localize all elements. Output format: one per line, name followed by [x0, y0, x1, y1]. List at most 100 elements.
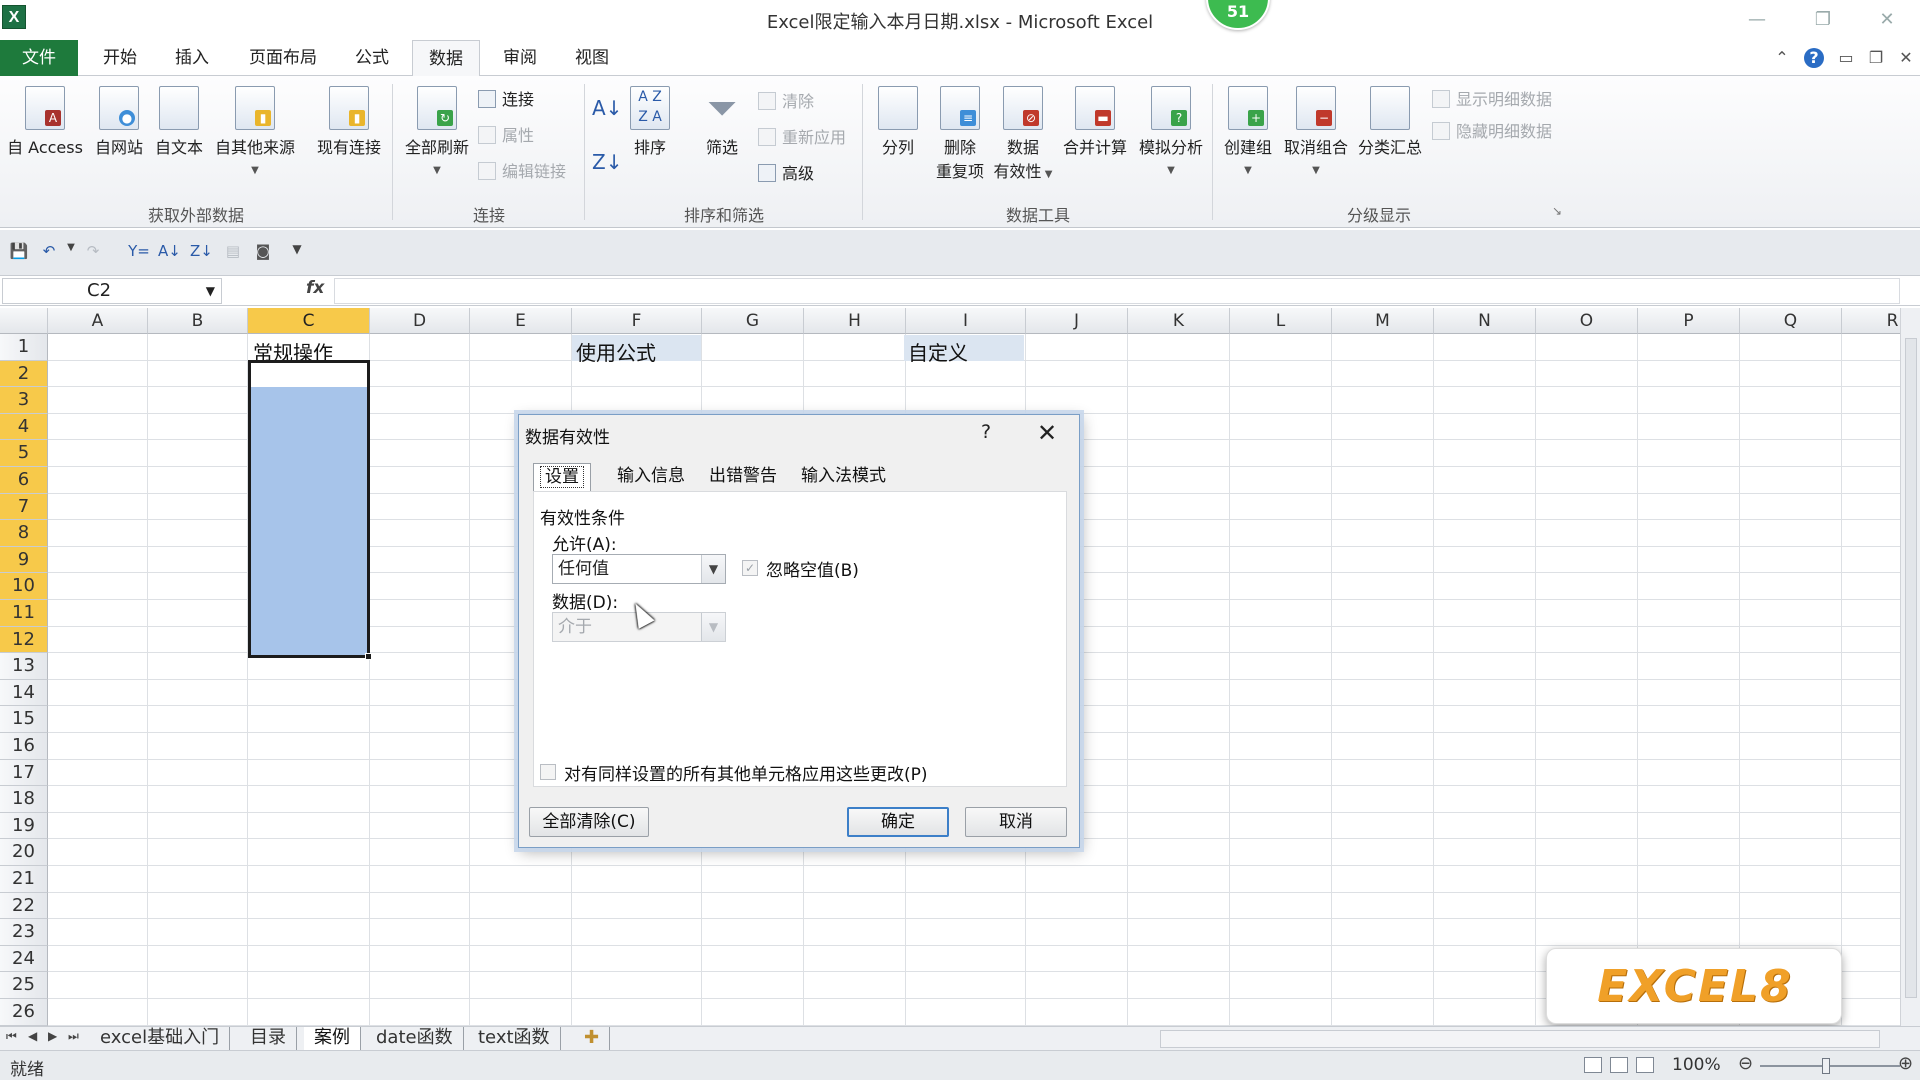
row-header-8[interactable]: 8: [0, 520, 48, 547]
reapply-button[interactable]: 重新应用: [758, 126, 846, 150]
from-text-button[interactable]: 自文本: [150, 86, 208, 158]
row-header-22[interactable]: 22: [0, 892, 48, 920]
restore-icon[interactable]: ❐: [1808, 8, 1838, 32]
dialog-close-icon[interactable]: ✕: [1037, 419, 1057, 447]
undo-dropdown-icon[interactable]: ▼: [60, 242, 82, 264]
tab-view[interactable]: 视图: [568, 40, 616, 76]
show-detail-button[interactable]: 显示明细数据: [1432, 88, 1552, 112]
data-validation-button[interactable]: ⊘ 数据 有效性 ▼: [990, 86, 1056, 182]
row-header-24[interactable]: 24: [0, 945, 48, 973]
dialog-help-icon[interactable]: ?: [981, 421, 991, 443]
from-web-button[interactable]: ● 自网站: [90, 86, 148, 158]
tab-settings[interactable]: 设置: [533, 463, 591, 491]
subtotal-button[interactable]: 分类汇总: [1354, 86, 1426, 158]
sheet-tab-cases[interactable]: 案例: [304, 1027, 361, 1051]
column-header-F[interactable]: F: [572, 308, 702, 334]
edit-links-button[interactable]: 编辑链接: [478, 160, 566, 184]
clear-all-button[interactable]: 全部清除(C): [529, 807, 649, 837]
zoom-out-icon[interactable]: ⊖: [1738, 1053, 1753, 1074]
row-header-9[interactable]: 9: [0, 546, 48, 574]
advanced-filter-button[interactable]: 高级: [758, 162, 814, 186]
tab-home[interactable]: 开始: [96, 40, 144, 76]
save-icon[interactable]: 💾: [8, 242, 30, 264]
tab-ime-mode[interactable]: 输入法模式: [795, 463, 892, 491]
zoom-slider-knob[interactable]: [1822, 1058, 1830, 1074]
row-header-10[interactable]: 10: [0, 573, 48, 600]
ignore-blank-checkbox[interactable]: ✓: [742, 560, 758, 576]
column-header-Q[interactable]: Q: [1740, 308, 1842, 334]
ok-button[interactable]: 确定: [847, 807, 949, 837]
sheet-tab-text-function[interactable]: text函数: [468, 1027, 561, 1051]
filter-qat-icon[interactable]: Y=: [128, 242, 150, 264]
tab-data[interactable]: 数据: [412, 40, 480, 77]
row-header-25[interactable]: 25: [0, 972, 48, 999]
minimize-workbook-icon[interactable]: ▭: [1836, 48, 1856, 68]
column-header-J[interactable]: J: [1026, 308, 1128, 334]
column-header-N[interactable]: N: [1434, 308, 1536, 334]
cell-I1[interactable]: 自定义: [908, 337, 968, 366]
minimize-icon[interactable]: —: [1742, 8, 1772, 32]
fill-handle[interactable]: [365, 653, 372, 660]
refresh-all-button[interactable]: ↻ 全部刷新 ▼: [400, 86, 474, 177]
insert-sheet-icon[interactable]: ✚: [574, 1027, 611, 1051]
row-header-20[interactable]: 20: [0, 839, 48, 866]
tab-input-message[interactable]: 输入信息: [611, 463, 691, 491]
row-header-11[interactable]: 11: [0, 600, 48, 627]
what-if-analysis-button[interactable]: ? 模拟分析 ▼: [1134, 86, 1208, 177]
zoom-level[interactable]: 100%: [1672, 1055, 1721, 1075]
row-header-19[interactable]: 19: [0, 812, 48, 840]
ungroup-button[interactable]: − 取消组合 ▼: [1280, 86, 1352, 177]
from-access-button[interactable]: A 自 Access: [6, 86, 84, 158]
row-header-23[interactable]: 23: [0, 919, 48, 946]
column-header-P[interactable]: P: [1638, 308, 1740, 334]
sheet-tab-excel-basics[interactable]: excel基础入门: [90, 1027, 231, 1051]
vertical-scrollbar[interactable]: [1900, 308, 1920, 1026]
row-header-18[interactable]: 18: [0, 786, 48, 813]
tab-review[interactable]: 审阅: [496, 40, 544, 76]
filter-button[interactable]: ⏷ 筛选: [696, 86, 748, 158]
dialog-launcher-icon[interactable]: ↘: [1552, 204, 1562, 218]
tab-formulas[interactable]: 公式: [348, 40, 396, 76]
close-workbook-icon[interactable]: ✕: [1896, 48, 1916, 68]
sort-asc-qat-icon[interactable]: A↓: [158, 242, 181, 264]
row-header-14[interactable]: 14: [0, 679, 48, 707]
column-header-I[interactable]: I: [906, 308, 1026, 334]
properties-button[interactable]: 属性: [478, 124, 534, 148]
column-header-M[interactable]: M: [1332, 308, 1434, 334]
row-header-26[interactable]: 26: [0, 999, 48, 1026]
row-header-3[interactable]: 3: [0, 387, 48, 414]
row-header-12[interactable]: 12: [0, 626, 48, 654]
column-header-B[interactable]: B: [148, 308, 248, 334]
column-header-O[interactable]: O: [1536, 308, 1638, 334]
close-icon[interactable]: ✕: [1872, 8, 1902, 32]
select-all-corner[interactable]: [0, 308, 48, 334]
column-header-C[interactable]: C: [248, 308, 370, 334]
column-header-G[interactable]: G: [702, 308, 804, 334]
connections-button[interactable]: 连接: [478, 88, 534, 112]
column-header-A[interactable]: A: [48, 308, 148, 334]
from-other-sources-button[interactable]: ▮ 自其他来源 ▼: [210, 86, 300, 177]
column-header-R[interactable]: R: [1842, 308, 1900, 334]
cancel-button[interactable]: 取消: [965, 807, 1067, 837]
group-button[interactable]: + 创建组 ▼: [1220, 86, 1276, 177]
chevron-down-icon[interactable]: ▼: [701, 613, 725, 641]
clear-filter-button[interactable]: 清除: [758, 90, 814, 114]
camera-qat-icon[interactable]: ◙: [252, 242, 274, 264]
tab-error-alert[interactable]: 出错警告: [703, 463, 783, 491]
tab-insert[interactable]: 插入: [168, 40, 216, 76]
zoom-slider[interactable]: [1760, 1065, 1900, 1067]
row-header-2[interactable]: 2: [0, 360, 48, 388]
page-break-view-icon[interactable]: [1636, 1057, 1654, 1073]
consolidate-button[interactable]: ▬ 合并计算: [1058, 86, 1132, 158]
hide-detail-button[interactable]: 隐藏明细数据: [1432, 120, 1552, 144]
next-sheet-icon[interactable]: ▶: [48, 1029, 57, 1043]
row-header-1[interactable]: 1: [0, 334, 48, 361]
sort-descending-button[interactable]: Z↓: [592, 150, 622, 174]
row-header-13[interactable]: 13: [0, 653, 48, 680]
text-to-columns-button[interactable]: 分列: [872, 86, 924, 158]
sheet-tab-date-function[interactable]: date函数: [366, 1027, 464, 1051]
row-header-15[interactable]: 15: [0, 706, 48, 733]
cell-F1[interactable]: 使用公式: [576, 337, 656, 366]
apply-all-checkbox[interactable]: [540, 764, 556, 780]
last-sheet-icon[interactable]: ⏭: [68, 1029, 79, 1044]
